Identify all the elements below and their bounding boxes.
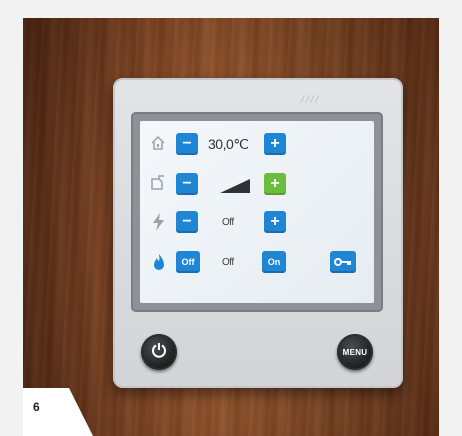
gas-off-button[interactable]: Off	[176, 251, 200, 273]
temperature-minus-button[interactable]: −	[176, 133, 198, 155]
caption-bar: 6	[0, 388, 462, 436]
electric-minus-button[interactable]: −	[176, 211, 198, 233]
water-tap-icon	[150, 175, 166, 196]
brand-logo: ////	[301, 95, 321, 106]
house-icon	[150, 135, 166, 156]
touch-screen: − 30,0℃ + − + − Off + Off Off On	[140, 121, 374, 303]
power-icon	[151, 342, 167, 363]
water-minus-button[interactable]: −	[176, 173, 198, 195]
electric-plus-button[interactable]: +	[264, 211, 286, 233]
temperature-plus-button[interactable]: +	[264, 133, 286, 155]
gas-value: Off	[222, 257, 234, 268]
key-icon[interactable]	[330, 251, 356, 273]
photo: //// − 30,0℃ + − + − Off + Off Off On ME…	[23, 18, 439, 436]
lightning-icon	[152, 213, 166, 236]
page-number: 6	[33, 400, 40, 414]
power-button[interactable]	[141, 334, 177, 370]
heating-control-panel: //// − 30,0℃ + − + − Off + Off Off On ME…	[113, 78, 403, 388]
gas-on-button[interactable]: On	[262, 251, 286, 273]
flame-icon	[152, 253, 166, 276]
temperature-value: 30,0℃	[208, 136, 249, 152]
electric-value: Off	[222, 217, 234, 228]
menu-button[interactable]: MENU	[337, 334, 373, 370]
menu-label: MENU	[342, 347, 368, 357]
display-bezel: − 30,0℃ + − + − Off + Off Off On	[131, 112, 383, 312]
water-plus-button[interactable]: +	[264, 173, 286, 195]
water-level-indicator	[220, 179, 250, 193]
